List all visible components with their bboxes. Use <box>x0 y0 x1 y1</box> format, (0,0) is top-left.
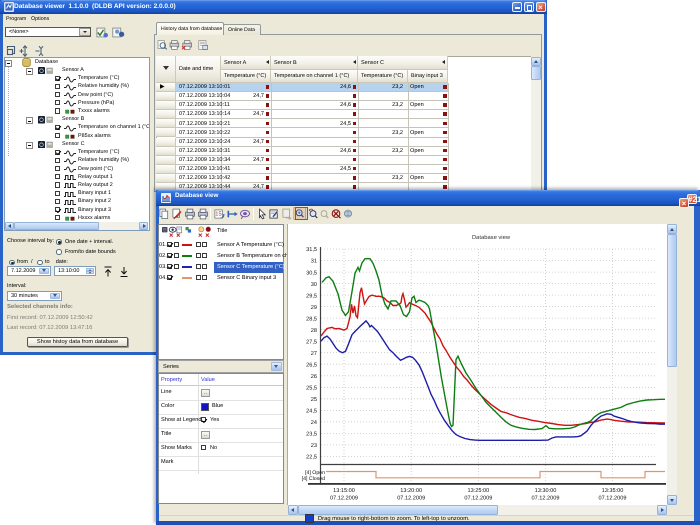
svg-text:[4] Closed: [4] Closed <box>302 476 325 482</box>
svg-text:31,5: 31,5 <box>306 247 317 253</box>
svg-text:13:25:00: 13:25:00 <box>468 488 490 494</box>
svg-text:07.12.2009: 07.12.2009 <box>599 496 627 502</box>
svg-text:13:15:00: 13:15:00 <box>333 488 355 494</box>
svg-text:29,5: 29,5 <box>306 293 317 299</box>
svg-text:26,5: 26,5 <box>306 362 317 368</box>
svg-text:24: 24 <box>311 420 317 426</box>
svg-text:29: 29 <box>311 305 317 311</box>
svg-text:07.12.2009: 07.12.2009 <box>532 496 560 502</box>
svg-text:30,5: 30,5 <box>306 270 317 276</box>
svg-text:28,5: 28,5 <box>306 316 317 322</box>
svg-text:25,5: 25,5 <box>306 386 317 392</box>
svg-text:13:35:00: 13:35:00 <box>602 488 624 494</box>
svg-text:23: 23 <box>311 443 317 449</box>
svg-text:23,5: 23,5 <box>306 432 317 438</box>
svg-text:07.12.2009: 07.12.2009 <box>330 496 358 502</box>
svg-text:28: 28 <box>311 328 317 334</box>
svg-text:[4] Open: [4] Open <box>305 470 325 476</box>
svg-text:30: 30 <box>311 282 317 288</box>
svg-text:31: 31 <box>311 259 317 265</box>
svg-text:24,5: 24,5 <box>306 409 317 415</box>
svg-text:Database view: Database view <box>472 234 511 241</box>
svg-text:26: 26 <box>311 374 317 380</box>
svg-text:22,5: 22,5 <box>306 455 317 461</box>
svg-text:13:20:00: 13:20:00 <box>400 488 422 494</box>
svg-text:27,5: 27,5 <box>306 339 317 345</box>
svg-text:15: 15 <box>215 212 221 218</box>
svg-text:07.12.2009: 07.12.2009 <box>397 496 425 502</box>
svg-text:13:30:00: 13:30:00 <box>535 488 557 494</box>
svg-text:25: 25 <box>311 397 317 403</box>
svg-text:27: 27 <box>311 351 317 357</box>
svg-text:07.12.2009: 07.12.2009 <box>464 496 492 502</box>
